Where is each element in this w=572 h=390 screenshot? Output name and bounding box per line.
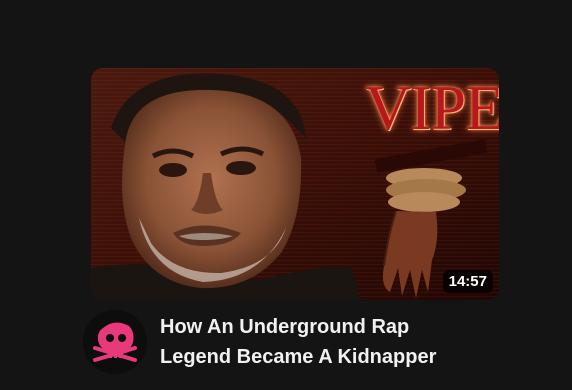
- video-thumbnail[interactable]: VIPER 14:57: [91, 68, 499, 300]
- pink-skull-icon: [83, 310, 147, 374]
- channel-avatar[interactable]: [83, 310, 147, 374]
- video-title-line-1: How An Underground Rap: [160, 316, 410, 338]
- video-card: VIPER 14:57 How An Underground Rap Legen…: [0, 0, 572, 390]
- video-title-line-2: Legend Became A Kidnapper: [160, 346, 437, 368]
- video-title[interactable]: How An Underground Rap Legend Became A K…: [160, 312, 500, 372]
- duration-badge: 14:57: [442, 270, 493, 293]
- thumbnail-title-text: VIPER: [365, 72, 499, 143]
